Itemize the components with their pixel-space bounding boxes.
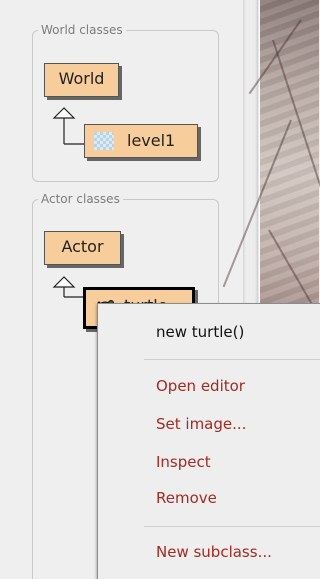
- actor-class-label: Actor: [61, 237, 104, 256]
- actor-class-box[interactable]: Actor: [44, 231, 121, 265]
- world-class-box[interactable]: World: [44, 63, 119, 97]
- level1-class-label: level1: [127, 131, 176, 150]
- actor-inheritance-arrow-icon: [52, 276, 84, 298]
- menu-separator: [144, 526, 320, 527]
- menu-item-remove[interactable]: Remove: [156, 488, 217, 508]
- menu-item-new-instance[interactable]: new turtle(): [156, 322, 244, 342]
- menu-item-open-editor[interactable]: Open editor: [156, 376, 245, 396]
- actor-classes-legend: Actor classes: [38, 191, 123, 207]
- menu-item-inspect[interactable]: Inspect: [156, 452, 211, 472]
- world-classes-legend: World classes: [38, 22, 126, 38]
- world-class-label: World: [58, 69, 105, 88]
- world-classes-group: World classes: [32, 22, 219, 182]
- menu-item-set-image[interactable]: Set image...: [156, 414, 246, 434]
- world-inheritance-arrow-icon: [52, 107, 84, 145]
- level1-class-box[interactable]: level1: [84, 124, 198, 158]
- level1-image-icon: [94, 132, 114, 150]
- menu-separator: [144, 359, 320, 360]
- menu-item-new-subclass[interactable]: New subclass...: [156, 542, 272, 562]
- class-context-menu: new turtle() Open editor Set image... In…: [97, 303, 320, 579]
